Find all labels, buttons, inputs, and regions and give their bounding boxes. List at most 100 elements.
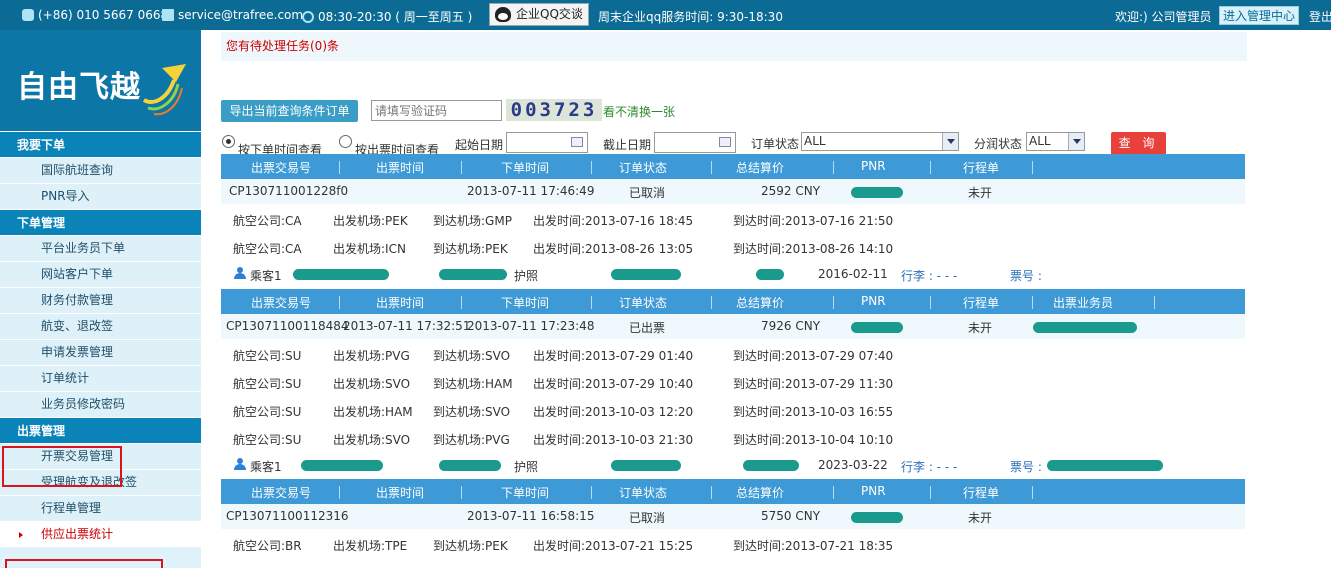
ticket-number[interactable]: CP13071100118484 bbox=[226, 319, 349, 333]
order-time: 2013-07-11 17:23:48 bbox=[467, 319, 595, 333]
segment-value: SU bbox=[285, 433, 302, 447]
sidebar-item[interactable]: 供应出票统计 bbox=[0, 521, 201, 547]
baggage-info: 行李 : - - - bbox=[901, 269, 958, 283]
radio-ticket-time[interactable] bbox=[339, 135, 352, 148]
sidebar-item[interactable]: 网站客户下单 bbox=[0, 261, 201, 287]
sidebar-item[interactable]: 申请发票管理 bbox=[0, 339, 201, 365]
sidebar: 自由飞越 我要下单 国际航班查询 PNR导入 下单管理 平台业务员下单 网站客户下单 财务付… bbox=[0, 30, 201, 568]
chevron-down-icon[interactable] bbox=[1068, 133, 1084, 150]
segment-value: SVO bbox=[385, 377, 411, 391]
segment-airline: 航空公司:SU bbox=[233, 347, 301, 364]
ticket-number[interactable]: CP13071100112316 bbox=[226, 509, 349, 523]
header-cell: 行程单 bbox=[963, 161, 1000, 175]
sidebar-item[interactable]: 国际航班查询 bbox=[0, 157, 201, 183]
highlight-box-ticket-management bbox=[2, 446, 122, 487]
segment-dep: 出发机场:PEK bbox=[333, 212, 408, 229]
logout-link[interactable]: 登出 bbox=[1309, 8, 1331, 25]
header-cell: 出票交易号 bbox=[251, 486, 312, 500]
start-date-input[interactable] bbox=[506, 132, 588, 153]
order-status-select[interactable]: ALL bbox=[801, 132, 959, 151]
calendar-icon[interactable] bbox=[571, 137, 583, 147]
sidebar-item[interactable]: 行程单管理 bbox=[0, 495, 201, 521]
sidebar-item[interactable]: 财务付款管理 bbox=[0, 287, 201, 313]
order-block: 出票交易号 出票时间 下单时间 订单状态 总结算价 PNR 行程单 出票业务员 CP130711… bbox=[221, 289, 1245, 477]
sidebar-item[interactable]: 业务员修改密码 bbox=[0, 391, 201, 417]
segment-label: 出发时间: bbox=[533, 539, 586, 553]
total-price: 5750 CNY bbox=[761, 509, 821, 523]
pending-tasks-notice[interactable]: 您有待处理任务(0)条 bbox=[221, 32, 1247, 61]
passenger-row: 乘客1 护照 2023-03-22 行李 : - - - 票号 : bbox=[221, 451, 1245, 477]
segment-value: SU bbox=[285, 405, 302, 419]
header-separator bbox=[711, 486, 712, 499]
ticket-number[interactable]: CP130711001228f0 bbox=[229, 184, 348, 198]
paper-plane-logo-icon bbox=[142, 64, 186, 116]
header-separator bbox=[591, 296, 592, 309]
segment-airline: 航空公司:BR bbox=[233, 537, 302, 554]
header-cell: 行程单 bbox=[963, 296, 1000, 310]
segment-arr: 到达机场:GMP bbox=[433, 212, 512, 229]
agent-redacted bbox=[1033, 322, 1137, 333]
segment-dep: 出发机场:ICN bbox=[333, 240, 406, 257]
segment-value: SVO bbox=[385, 433, 411, 447]
segment-dep-time: 出发时间:2013-10-03 12:20 bbox=[533, 403, 693, 420]
sidebar-item[interactable]: 航变、退改签 bbox=[0, 313, 201, 339]
captcha-input[interactable] bbox=[371, 100, 502, 121]
email-text[interactable]: service@trafree.com bbox=[178, 8, 303, 22]
order-table-header: 出票交易号 出票时间 下单时间 订单状态 总结算价 PNR 行程单 出票业务员 bbox=[221, 289, 1245, 314]
segment-value: ICN bbox=[385, 242, 406, 256]
segment-value: 2013-08-26 14:10 bbox=[785, 242, 894, 256]
query-button[interactable]: 查 询 bbox=[1111, 132, 1166, 155]
split-status-select[interactable]: ALL bbox=[1026, 132, 1085, 151]
segment-value: TPE bbox=[385, 539, 408, 553]
header-separator bbox=[591, 161, 592, 174]
total-price: 2592 CNY bbox=[761, 184, 821, 198]
segment-label: 航空公司: bbox=[233, 214, 286, 228]
segment-value: 2013-07-29 01:40 bbox=[585, 349, 694, 363]
logo-text: 自由飞越 bbox=[17, 70, 141, 105]
chevron-down-icon[interactable] bbox=[942, 133, 958, 150]
segment-value: SVO bbox=[485, 349, 511, 363]
sidebar-item-label: 航变、退改签 bbox=[41, 319, 114, 333]
segment-label: 出发机场: bbox=[333, 433, 386, 447]
segment-value: 2013-07-29 11:30 bbox=[785, 377, 894, 391]
calendar-icon[interactable] bbox=[719, 137, 731, 147]
header-cell: 出票业务员 bbox=[1053, 296, 1114, 310]
order-summary-row[interactable]: CP13071100112316 2013-07-11 16:58:15 已取消 57… bbox=[221, 504, 1245, 529]
end-date-input[interactable] bbox=[654, 132, 736, 153]
qq-icon bbox=[495, 7, 511, 22]
admin-center-button[interactable]: 进入管理中心 bbox=[1219, 6, 1299, 25]
header-cell: 出票交易号 bbox=[251, 161, 312, 175]
header-separator bbox=[1032, 161, 1033, 174]
segment-arr-time: 到达时间:2013-08-26 14:10 bbox=[733, 240, 893, 257]
segment-value: GMP bbox=[485, 214, 512, 228]
top-bar: (+86) 010 5667 0668 service@trafree.com … bbox=[0, 0, 1331, 30]
segment-dep: 出发机场:SVO bbox=[333, 375, 410, 392]
sidebar-item-label: 平台业务员下单 bbox=[41, 241, 126, 255]
contact-email: service@trafree.com bbox=[162, 8, 303, 22]
segment-label: 航空公司: bbox=[233, 405, 286, 419]
segment-label: 出发机场: bbox=[333, 242, 386, 256]
sidebar-item-label: 国际航班查询 bbox=[41, 163, 114, 177]
passport-expiry-redacted bbox=[743, 460, 799, 471]
sidebar-item[interactable]: 平台业务员下单 bbox=[0, 235, 201, 261]
segment-label: 航空公司: bbox=[233, 242, 286, 256]
segment-arr: 到达机场:PEK bbox=[433, 240, 508, 257]
segment-value: PVG bbox=[385, 349, 410, 363]
order-status: 已取消 bbox=[629, 186, 666, 200]
order-summary-row[interactable]: CP13071100118484 2013-07-11 17:32:51 2013-… bbox=[221, 314, 1245, 339]
captcha-refresh-link[interactable]: 看不清换一张 bbox=[603, 103, 675, 120]
header-cell: 订单状态 bbox=[619, 486, 668, 500]
order-summary-row[interactable]: CP130711001228f0 2013-07-11 17:46:49 已取消 25… bbox=[221, 179, 1245, 204]
export-orders-button[interactable]: 导出当前查询条件订单 bbox=[221, 100, 358, 122]
arrow-right-icon bbox=[19, 532, 23, 538]
passport-expiry-redacted bbox=[756, 269, 784, 280]
sidebar-item[interactable]: PNR导入 bbox=[0, 183, 201, 209]
header-separator bbox=[930, 296, 931, 309]
radio-order-time[interactable] bbox=[222, 135, 235, 148]
segment-label: 到达机场: bbox=[433, 349, 486, 363]
header-cell: 总结算价 bbox=[736, 296, 785, 310]
header-separator bbox=[833, 161, 834, 174]
header-cell: PNR bbox=[861, 294, 886, 308]
sidebar-item[interactable]: 订单统计 bbox=[0, 365, 201, 391]
qq-chat-button[interactable]: 企业QQ交谈 bbox=[489, 3, 589, 26]
